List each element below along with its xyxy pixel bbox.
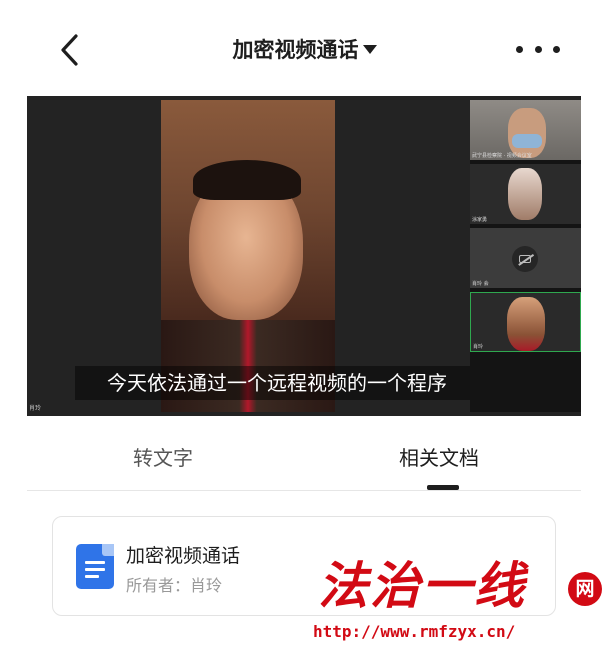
more-options-button[interactable] bbox=[516, 40, 560, 58]
video-call-screenshot[interactable]: 肖玲 今天依法通过一个远程视频的一个程序 武宁县检察院 · 视频会议室 涂家勇 … bbox=[27, 96, 581, 416]
main-feed-name-label: 肖玲 bbox=[29, 405, 42, 412]
more-dot-icon bbox=[553, 45, 560, 53]
participant-name: 武宁县检察院 · 视频会议室 bbox=[472, 153, 532, 159]
participant-thumbnail-active[interactable]: 肖玲 bbox=[470, 292, 581, 352]
participant-thumbnail[interactable]: 涂家勇 bbox=[470, 164, 581, 224]
participant-person bbox=[507, 297, 545, 351]
document-name: 加密视频通话 bbox=[126, 545, 241, 567]
document-owner: 所有者：肖玲 bbox=[126, 576, 223, 595]
page-title: 加密视频通话 bbox=[232, 38, 359, 62]
more-dot-icon bbox=[534, 45, 542, 53]
participant-thumbnail[interactable]: 肖玲 会 bbox=[470, 228, 581, 288]
tab-related-documents[interactable]: 相关文档 bbox=[399, 442, 479, 471]
watermark-logo: 法治一线 网 bbox=[318, 556, 608, 620]
face-mask bbox=[512, 134, 542, 148]
watermark-url: http://www.rmfzyx.cn/ bbox=[313, 622, 516, 641]
watermark-badge: 网 bbox=[568, 572, 602, 606]
tab-bar: 转文字 相关文档 bbox=[27, 416, 581, 491]
doc-icon bbox=[76, 544, 114, 589]
watermark-logo-text: 法治一线 bbox=[318, 556, 526, 615]
participant-thumbnail[interactable]: 武宁县检察院 · 视频会议室 bbox=[470, 100, 581, 160]
top-navigation-bar: 加密视频通话 bbox=[0, 0, 609, 96]
more-dot-icon bbox=[516, 45, 523, 53]
participant-person bbox=[508, 108, 546, 158]
tab-transcribe[interactable]: 转文字 bbox=[133, 442, 193, 471]
active-tab-indicator bbox=[427, 485, 459, 490]
participant-name: 肖玲 会 bbox=[472, 281, 489, 287]
participant-thumbnails: 武宁县检察院 · 视频会议室 涂家勇 肖玲 会 肖玲 bbox=[470, 100, 581, 412]
participant-name: 肖玲 bbox=[473, 344, 484, 350]
caret-down-icon bbox=[362, 45, 377, 54]
participant-name: 涂家勇 bbox=[472, 217, 488, 223]
speaker-hair bbox=[193, 160, 301, 200]
camera-off-icon bbox=[512, 246, 538, 272]
participant-person bbox=[508, 168, 542, 220]
caption-subtitle: 今天依法通过一个远程视频的一个程序 bbox=[75, 366, 479, 400]
